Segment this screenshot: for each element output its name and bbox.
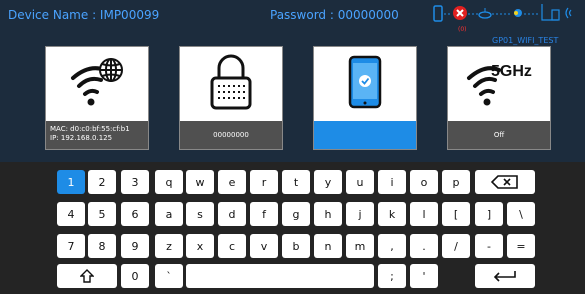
key-r2-11[interactable]: l [410,202,438,226]
key-r2-9[interactable]: j [346,202,374,226]
key-r3-4[interactable]: x [186,234,214,258]
router-icon [478,8,492,19]
key-r2-1[interactable]: 5 [88,202,116,226]
device-icon [541,4,560,21]
key-r3-11[interactable]: . [410,234,438,258]
device-name: Device Name : IMP00099 [8,8,160,22]
wifi-globe-icon [46,47,148,117]
key-r1-10[interactable]: i [378,170,406,194]
key-r2-5[interactable]: d [218,202,246,226]
key-r2-13[interactable]: ] [475,202,503,226]
key-backtick[interactable]: ` [155,264,183,288]
key-r3-9[interactable]: m [346,234,374,258]
key-r3-2[interactable]: 9 [121,234,149,258]
key-r2-6[interactable]: f [250,202,278,226]
key-r3-10[interactable]: , [378,234,406,258]
error-count: (0) [458,26,467,33]
error-icon [453,6,467,20]
key-0[interactable]: 0 [121,264,149,288]
key-r3-5[interactable]: c [218,234,246,258]
key-r1-11[interactable]: o [410,170,438,194]
key-r1-8[interactable]: y [314,170,342,194]
shift-icon [80,269,94,283]
key-r1-3[interactable]: q [155,170,183,194]
key-r3-7[interactable]: b [282,234,310,258]
phone-check-icon [314,47,416,117]
band-status: Off [448,121,550,149]
key-r2-2[interactable]: 6 [121,202,149,226]
shift-key[interactable] [57,264,117,288]
key-r2-0[interactable]: 4 [57,202,85,226]
key-r2-4[interactable]: s [186,202,214,226]
wifi-5ghz-icon: 5GHz [448,47,550,117]
wifi-info-panel: MAC: d0:c0:bf:55:cf:b1 IP: 192.168.0.125 [46,121,148,149]
tile-wifi-info[interactable]: MAC: d0:c0:bf:55:cf:b1 IP: 192.168.0.125 [45,46,149,150]
screen: Device Name : IMP00099 Password : 000000… [0,0,585,294]
enter-key[interactable] [475,264,535,288]
backspace-key[interactable] [475,170,535,194]
key-r1-1[interactable]: 2 [88,170,116,194]
tile-band[interactable]: 5GHz Off [447,46,551,150]
key-r3-0[interactable]: 7 [57,234,85,258]
tile-password[interactable]: 00000000 [179,46,283,150]
key-r2-8[interactable]: h [314,202,342,226]
phone-icon [433,5,443,22]
password-value: 00000000 [180,121,282,149]
key-r3-13[interactable]: - [475,234,503,258]
header-bar: Device Name : IMP00099 Password : 000000… [0,0,585,34]
tile-phone[interactable] [313,46,417,150]
space-key[interactable] [186,264,374,288]
key-r2-7[interactable]: g [282,202,310,226]
mac-address: MAC: d0:c0:bf:55:cf:b1 [50,125,130,133]
key-r1-7[interactable]: t [282,170,310,194]
key-r1-6[interactable]: r [250,170,278,194]
band-badge: 5GHz [491,63,532,80]
key-r2-10[interactable]: k [378,202,406,226]
key-r3-1[interactable]: 8 [88,234,116,258]
key-1[interactable]: 1 [57,170,85,194]
backspace-icon [491,175,518,189]
key-r2-3[interactable]: a [155,202,183,226]
phone-status-bar [314,121,416,149]
key-r2-12[interactable]: [ [442,202,470,226]
key-r3-8[interactable]: n [314,234,342,258]
network-status-diagram [433,4,572,22]
lock-icon [180,47,282,117]
key-r3-6[interactable]: v [250,234,278,258]
password-display: Password : 00000000 [270,8,399,22]
ip-address: IP: 192.168.0.125 [50,134,113,142]
key-r1-5[interactable]: e [218,170,246,194]
key-semicolon[interactable]: ; [378,264,406,288]
key-r1-4[interactable]: w [186,170,214,194]
key-r1-2[interactable]: 3 [121,170,149,194]
key-r3-12[interactable]: / [442,234,470,258]
key-quote[interactable]: ' [410,264,438,288]
signal-icon [565,7,572,19]
key-r3-3[interactable]: z [155,234,183,258]
device-id-label: GP01_WIFI_TEST [492,36,559,45]
enter-icon [493,271,516,282]
key-r1-12[interactable]: p [442,170,470,194]
key-r1-9[interactable]: u [346,170,374,194]
key-r2-14[interactable]: \ [507,202,535,226]
key-r3-14[interactable]: = [507,234,535,258]
